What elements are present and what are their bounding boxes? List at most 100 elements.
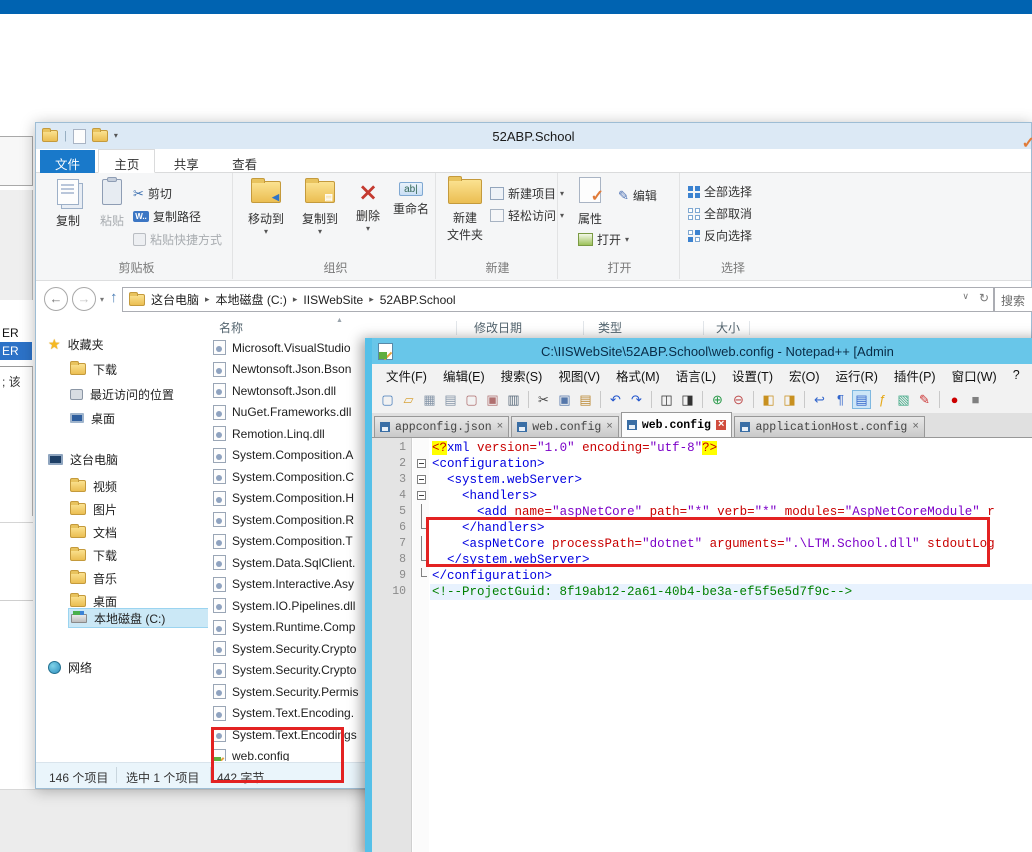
cut-button[interactable]: ✂ 剪切 bbox=[133, 185, 172, 202]
paste-icon[interactable]: ▤ bbox=[576, 390, 595, 409]
edit-button[interactable]: ✎ 编辑 bbox=[618, 187, 657, 204]
zoom-out-icon[interactable]: ⊖ bbox=[729, 390, 748, 409]
tab-home[interactable]: 主页 bbox=[98, 149, 156, 173]
search-input[interactable]: 搜索 bbox=[994, 287, 1032, 312]
close-tab-icon[interactable]: × bbox=[497, 422, 504, 433]
menu-item[interactable]: 设置(T) bbox=[724, 366, 781, 385]
editor-tab[interactable]: web.config × bbox=[511, 416, 619, 437]
show-symbols-icon[interactable]: ¶ bbox=[831, 390, 850, 409]
print-icon[interactable]: ▥ bbox=[504, 390, 523, 409]
tab-file[interactable]: 文件 bbox=[40, 150, 96, 174]
back-button[interactable]: ← bbox=[44, 287, 68, 311]
background-list-item[interactable]: ER bbox=[0, 326, 30, 341]
redo-icon[interactable]: ↷ bbox=[627, 390, 646, 409]
nav-item-收藏夹[interactable]: ★ 收藏夹 bbox=[46, 334, 104, 354]
paste-button[interactable]: 粘贴 bbox=[90, 177, 134, 229]
open-icon[interactable]: ▱ bbox=[399, 390, 418, 409]
file-row[interactable]: System.Composition.R bbox=[213, 509, 354, 530]
file-row[interactable]: System.Interactive.Asy bbox=[213, 574, 354, 595]
fold-collapse-icon[interactable] bbox=[416, 491, 426, 500]
menu-item[interactable]: 宏(O) bbox=[781, 366, 828, 385]
copy-path-button[interactable]: W.. 复制路径 bbox=[133, 208, 201, 225]
close-icon[interactable]: ▢ bbox=[462, 390, 481, 409]
recent-locations-chevron-icon[interactable]: ▾ bbox=[100, 295, 104, 304]
nav-item-最近访问的位置[interactable]: 最近访问的位置 bbox=[68, 384, 174, 404]
explorer-titlebar[interactable]: | ▾ 52ABP.School bbox=[36, 123, 1031, 149]
new-file-icon[interactable]: ▢ bbox=[378, 390, 397, 409]
file-row[interactable]: System.Composition.T bbox=[213, 531, 353, 552]
file-row[interactable]: System.Security.Permis bbox=[213, 681, 358, 702]
editor-tab[interactable]: web.config × bbox=[620, 412, 733, 437]
fold-collapse-icon[interactable] bbox=[416, 475, 426, 484]
address-box[interactable]: 这台电脑 ▸ 本地磁盘 (C:) ▸ IISWebSite ▸ 52ABP.School ∨… bbox=[122, 287, 994, 312]
notepad-titlebar[interactable]: C:\IISWebSite\52ABP.School\web.config - … bbox=[372, 338, 1032, 364]
nav-item-本地磁盘 (C:)[interactable]: 本地磁盘 (C:) bbox=[68, 608, 208, 628]
file-row[interactable]: System.IO.Pipelines.dll bbox=[213, 595, 355, 616]
file-row[interactable]: Remotion.Linq.dll bbox=[213, 423, 325, 444]
notepad-editor[interactable]: 1 <?xml version="1.0" encoding="utf-8"?> 2… bbox=[372, 438, 1032, 852]
menu-item[interactable]: 视图(V) bbox=[550, 366, 608, 385]
editor-tab[interactable]: applicationHost.config × bbox=[734, 416, 925, 437]
nav-item-下载[interactable]: 下载 bbox=[68, 359, 117, 379]
replace-icon[interactable]: ◨ bbox=[678, 390, 697, 409]
nav-item-网络[interactable]: 网络 bbox=[46, 657, 92, 677]
nav-item-这台电脑[interactable]: 这台电脑 bbox=[46, 449, 118, 469]
file-row[interactable]: System.Data.SqlClient. bbox=[213, 552, 355, 573]
paste-shortcut-button[interactable]: 粘贴快捷方式 bbox=[133, 231, 222, 248]
breadcrumb-item[interactable]: IISWebSite bbox=[297, 293, 369, 307]
find-icon[interactable]: ◫ bbox=[657, 390, 676, 409]
copy-icon[interactable]: ▣ bbox=[555, 390, 574, 409]
select-all-button[interactable]: 全部选择 bbox=[688, 183, 752, 200]
function-list-icon[interactable]: ƒ bbox=[873, 390, 892, 409]
nav-item-桌面[interactable]: 桌面 bbox=[68, 408, 115, 428]
indent-guide-icon[interactable]: ▤ bbox=[852, 390, 871, 409]
doc-map-icon[interactable]: ▧ bbox=[894, 390, 913, 409]
background-list-item-selected[interactable]: ER bbox=[0, 342, 32, 360]
easy-access-button[interactable]: 轻松访问 ▾ bbox=[490, 207, 564, 224]
file-row[interactable]: System.Security.Crypto bbox=[213, 660, 356, 681]
code-line[interactable]: 1 <?xml version="1.0" encoding="utf-8"?> bbox=[372, 440, 1032, 456]
zoom-in-icon[interactable]: ⊕ bbox=[708, 390, 727, 409]
up-button[interactable]: ↑ bbox=[110, 289, 118, 306]
file-row[interactable]: NuGet.Frameworks.dll bbox=[213, 402, 351, 423]
breadcrumb-item[interactable]: 这台电脑 bbox=[145, 291, 205, 308]
file-row[interactable]: System.Composition.C bbox=[213, 466, 354, 487]
undo-icon[interactable]: ↶ bbox=[606, 390, 625, 409]
fold-collapse-icon[interactable] bbox=[416, 459, 426, 468]
select-none-button[interactable]: 全部取消 bbox=[688, 205, 752, 222]
save-all-icon[interactable]: ▤ bbox=[441, 390, 460, 409]
file-row[interactable]: System.Text.Encoding. bbox=[213, 703, 354, 724]
close-tab-icon[interactable]: × bbox=[715, 420, 727, 431]
close-tab-icon[interactable]: × bbox=[912, 422, 919, 433]
tab-share[interactable]: 共享 bbox=[159, 150, 214, 174]
code-line[interactable]: 9 </configuration> bbox=[372, 568, 1032, 584]
forward-button[interactable]: → bbox=[72, 287, 96, 311]
copy-to-button[interactable]: ▤ 复制到 ▾ bbox=[296, 178, 344, 236]
close-all-icon[interactable]: ▣ bbox=[483, 390, 502, 409]
file-row[interactable]: System.Composition.H bbox=[213, 488, 354, 509]
file-row[interactable]: Newtonsoft.Json.Bson bbox=[213, 359, 351, 380]
refresh-icon[interactable]: ↻ bbox=[979, 291, 989, 305]
nav-item-文档[interactable]: 文档 bbox=[68, 522, 117, 542]
fold-marker[interactable] bbox=[413, 472, 429, 488]
new-item-button[interactable]: 新建项目 ▾ bbox=[490, 185, 564, 202]
new-folder-button[interactable]: 新建 文件夹 bbox=[442, 176, 488, 243]
file-row[interactable]: System.Runtime.Comp bbox=[213, 617, 355, 638]
menu-item[interactable]: 文件(F) bbox=[378, 366, 435, 385]
code-line[interactable]: 2 <configuration> bbox=[372, 456, 1032, 472]
rename-button[interactable]: ab| 重命名 bbox=[388, 181, 434, 217]
address-dropdown-icon[interactable]: ∨ bbox=[962, 291, 969, 305]
file-row[interactable]: Newtonsoft.Json.dll bbox=[213, 380, 336, 401]
cut-icon[interactable]: ✂ bbox=[534, 390, 553, 409]
sync-horizontal-icon[interactable]: ◨ bbox=[780, 390, 799, 409]
file-row[interactable]: System.Security.Crypto bbox=[213, 638, 356, 659]
open-button[interactable]: 打开 ▾ bbox=[578, 231, 629, 248]
word-wrap-icon[interactable]: ↩ bbox=[810, 390, 829, 409]
file-row[interactable]: System.Composition.A bbox=[213, 445, 353, 466]
fold-marker[interactable] bbox=[413, 488, 429, 504]
save-icon[interactable]: ▦ bbox=[420, 390, 439, 409]
menu-item[interactable]: 语言(L) bbox=[668, 366, 724, 385]
menu-item[interactable]: 搜索(S) bbox=[493, 366, 551, 385]
code-line[interactable]: 3 <system.webServer> bbox=[372, 472, 1032, 488]
file-row[interactable]: Microsoft.VisualStudio bbox=[213, 337, 351, 358]
